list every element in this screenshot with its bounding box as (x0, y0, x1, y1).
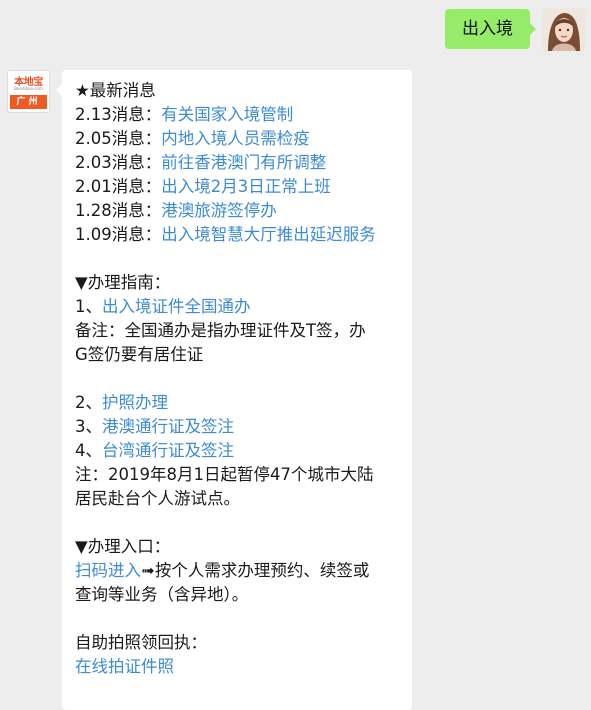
entry-text-line: 查询等业务（含异地）。 (75, 585, 249, 604)
user-avatar[interactable] (542, 8, 585, 51)
news-item: 2.03消息：前往香港澳门有所调整 (75, 151, 412, 175)
outgoing-message-bubble[interactable]: 出入境 (445, 9, 536, 49)
guide-item-number: 1、 (75, 297, 102, 316)
guide-item-link[interactable]: 港澳通行证及签注 (102, 417, 234, 436)
entry-text: ➟按个人需求办理预约、续签或 (141, 561, 370, 580)
photo-header: 自助拍照领回执： (75, 633, 207, 652)
guide-note-line: G签仍要有居住证 (75, 345, 204, 364)
outgoing-message-row: 出入境 (445, 8, 585, 51)
news-item: 2.05消息：内地入境人员需检疫 (75, 127, 412, 151)
guide-item: 1、出入境证件全国通办 (75, 295, 412, 319)
guide-note-line: 注：2019年8月1日起暂停47个城市大陆 (75, 465, 374, 484)
guide-item-link[interactable]: 出入境证件全国通办 (102, 297, 251, 316)
news-header: ★最新消息 (75, 81, 156, 100)
bot-avatar[interactable]: 本地宝 Bendibao.com 广州 (7, 70, 50, 113)
guide-header: ▼办理指南： (75, 273, 171, 292)
news-item-date: 1.28消息： (75, 201, 162, 220)
entry-header: ▼办理入口： (75, 537, 171, 556)
guide-item: 2、护照办理 (75, 391, 412, 415)
user-avatar-image (542, 8, 585, 51)
news-item: 2.01消息：出入境2月3日正常上班 (75, 175, 412, 199)
online-photo-link[interactable]: 在线拍证件照 (75, 657, 174, 676)
guide-note-line: 备注：全国通办是指办理证件及T签，办 (75, 321, 366, 340)
guide-note-line: 居民赴台个人游试点。 (75, 489, 240, 508)
incoming-message-bubble: ★最新消息 2.13消息：有关国家入境管制 2.05消息：内地入境人员需检疫 2… (56, 70, 412, 710)
guide-item-link[interactable]: 台湾通行证及签注 (102, 441, 234, 460)
news-item-date: 2.03消息： (75, 153, 162, 172)
news-item-link[interactable]: 港澳旅游签停办 (161, 201, 277, 220)
bot-logo-city: 广州 (10, 95, 47, 109)
news-item-link[interactable]: 内地入境人员需检疫 (161, 129, 310, 148)
guide-item-number: 3、 (75, 417, 102, 436)
news-item-date: 2.01消息： (75, 177, 162, 196)
guide-item-number: 2、 (75, 393, 102, 412)
news-item-link[interactable]: 前往香港澳门有所调整 (161, 153, 326, 172)
guide-item-link[interactable]: 护照办理 (102, 393, 168, 412)
guide-item-number: 4、 (75, 441, 102, 460)
news-item-link[interactable]: 出入境智慧大厅推出延迟服务 (161, 225, 376, 244)
news-item-date: 2.05消息： (75, 129, 162, 148)
guide-item: 3、港澳通行证及签注 (75, 415, 412, 439)
guide-item: 4、台湾通行证及签注 (75, 439, 412, 463)
news-item-date: 2.13消息： (75, 105, 162, 124)
news-item-link[interactable]: 有关国家入境管制 (161, 105, 293, 124)
photo-line: 在线拍证件照 (75, 655, 412, 679)
scan-entry-link[interactable]: 扫码进入 (75, 561, 141, 580)
news-item-link[interactable]: 出入境2月3日正常上班 (161, 177, 331, 196)
news-item: 2.13消息：有关国家入境管制 (75, 103, 412, 127)
entry-line: 扫码进入➟按个人需求办理预约、续签或 (75, 559, 412, 583)
news-item: 1.09消息：出入境智慧大厅推出延迟服务 (75, 223, 412, 247)
news-item-date: 1.09消息： (75, 225, 162, 244)
bot-logo-url: Bendibao.com (14, 86, 43, 91)
news-item: 1.28消息：港澳旅游签停办 (75, 199, 412, 223)
